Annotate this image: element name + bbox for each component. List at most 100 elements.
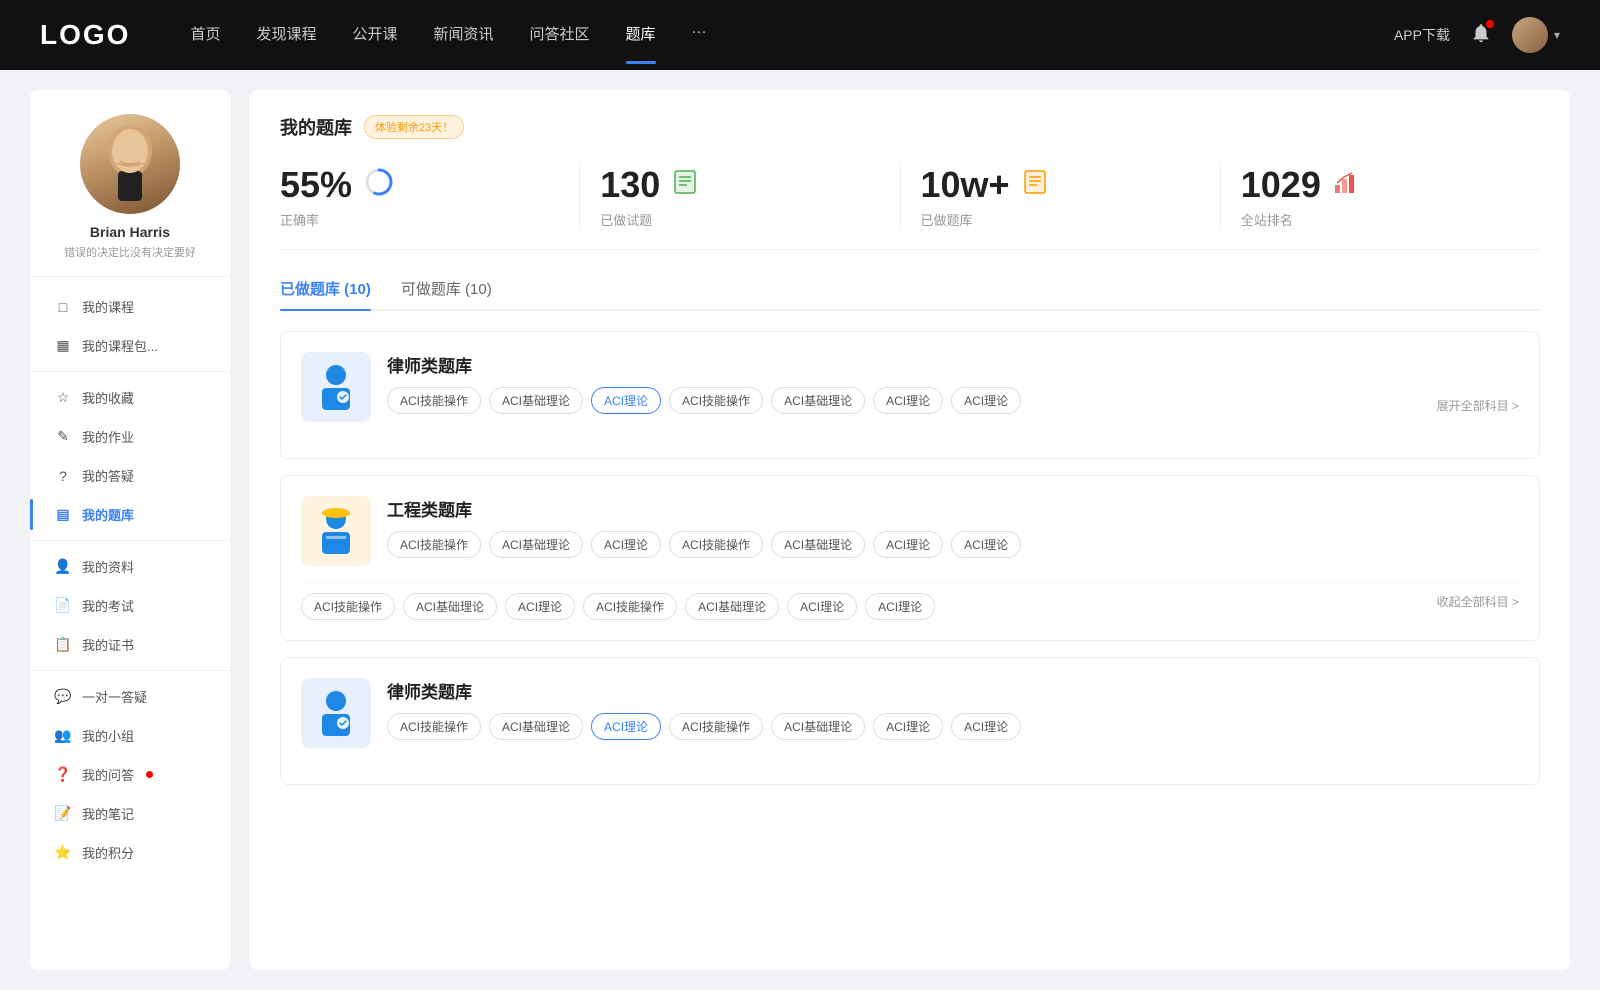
stat-done-label: 已做试题	[600, 210, 879, 229]
tags-row-2a: ACI技能操作 ACI基础理论 ACI理论 ACI技能操作 ACI基础理论 AC…	[387, 531, 1519, 558]
app-download-link[interactable]: APP下载	[1394, 25, 1450, 45]
expand-btn-1[interactable]: 展开全部科目 >	[1437, 397, 1519, 414]
sidebar-item-certificate[interactable]: 📋 我的证书	[30, 625, 230, 664]
sidebar-label-notes: 我的笔记	[82, 804, 134, 823]
sidebar-item-question-bank[interactable]: ▤ 我的题库	[30, 495, 230, 534]
accuracy-chart-icon	[364, 167, 394, 203]
nav-news[interactable]: 新闻资讯	[434, 23, 494, 48]
tag-3-3[interactable]: ACI理论	[591, 713, 661, 740]
nav-open-course[interactable]: 公开课	[352, 23, 397, 48]
tag-3-1[interactable]: ACI技能操作	[387, 713, 481, 740]
nav-more[interactable]: ···	[692, 23, 707, 48]
user-motto: 错误的决定比没有决定要好	[30, 244, 230, 260]
tag-3-6[interactable]: ACI理论	[873, 713, 943, 740]
tag-2-5[interactable]: ACI基础理论	[771, 531, 865, 558]
sidebar-divider-1	[30, 371, 230, 372]
tag-1-4[interactable]: ACI技能操作	[669, 387, 763, 414]
tag-3-7[interactable]: ACI理论	[951, 713, 1021, 740]
tag-3-5[interactable]: ACI基础理论	[771, 713, 865, 740]
notification-bell[interactable]	[1470, 22, 1492, 49]
tag-1-3[interactable]: ACI理论	[591, 387, 661, 414]
sidebar-item-exam[interactable]: 📄 我的考试	[30, 586, 230, 625]
sidebar-label-points: 我的积分	[82, 843, 134, 862]
bank-content-1: 律师类题库 ACI技能操作 ACI基础理论 ACI理论 ACI技能操作 ACI基…	[387, 352, 1519, 414]
tag-1-6[interactable]: ACI理论	[873, 387, 943, 414]
nav-question-bank[interactable]: 题库	[626, 23, 656, 48]
bank-title-3: 律师类题库	[387, 678, 1519, 703]
tag-2-7[interactable]: ACI理论	[951, 531, 1021, 558]
tag-1-5[interactable]: ACI基础理论	[771, 387, 865, 414]
sidebar-label-my-qa: 我的问答	[82, 765, 134, 784]
nav-home[interactable]: 首页	[190, 23, 220, 48]
bank-item-lawyer-1: 律师类题库 ACI技能操作 ACI基础理论 ACI理论 ACI技能操作 ACI基…	[280, 331, 1540, 459]
lawyer-icon-wrap-1	[301, 352, 371, 422]
page-title: 我的题库	[280, 114, 352, 140]
tag-1-7[interactable]: ACI理论	[951, 387, 1021, 414]
lawyer-icon-wrap-2	[301, 678, 371, 748]
tab-available-banks[interactable]: 可做题库 (10)	[401, 278, 492, 309]
sidebar-item-profile[interactable]: 👤 我的资料	[30, 547, 230, 586]
nav-qa[interactable]: 问答社区	[530, 23, 590, 48]
main-content: 我的题库 体验剩余23天！ 55% 正确率 13	[250, 90, 1570, 970]
sidebar-item-question[interactable]: ? 我的答疑	[30, 456, 230, 495]
sidebar-item-my-course[interactable]: □ 我的课程	[30, 287, 230, 326]
sidebar-item-my-qa[interactable]: ❓ 我的问答	[30, 755, 230, 794]
sidebar-item-points[interactable]: ⭐ 我的积分	[30, 833, 230, 872]
tag-2-2[interactable]: ACI基础理论	[489, 531, 583, 558]
tag-2-4[interactable]: ACI技能操作	[669, 531, 763, 558]
sidebar-item-homework[interactable]: ✎ 我的作业	[30, 417, 230, 456]
sidebar-item-notes[interactable]: 📝 我的笔记	[30, 794, 230, 833]
sidebar-label-question: 我的答疑	[82, 466, 134, 485]
stat-accuracy-label: 正确率	[280, 210, 559, 229]
bank-header-1: 律师类题库 ACI技能操作 ACI基础理论 ACI理论 ACI技能操作 ACI基…	[301, 352, 1519, 422]
nav-discover[interactable]: 发现课程	[256, 23, 316, 48]
tag-3-4[interactable]: ACI技能操作	[669, 713, 763, 740]
tag-2-8[interactable]: ACI技能操作	[301, 593, 395, 620]
page-body: Brian Harris 错误的决定比没有决定要好 □ 我的课程 ▦ 我的课程包…	[0, 70, 1600, 990]
tag-2-13[interactable]: ACI理论	[787, 593, 857, 620]
sidebar-item-course-package[interactable]: ▦ 我的课程包...	[30, 326, 230, 365]
stat-banks-value: 10w+	[921, 164, 1010, 206]
stat-accuracy: 55% 正确率	[280, 164, 580, 229]
bank-content-3: 律师类题库 ACI技能操作 ACI基础理论 ACI理论 ACI技能操作 ACI基…	[387, 678, 1519, 740]
sidebar-item-1on1[interactable]: 💬 一对一答疑	[30, 677, 230, 716]
rank-chart-icon	[1333, 169, 1359, 201]
sidebar-label-certificate: 我的证书	[82, 635, 134, 654]
tag-2-3[interactable]: ACI理论	[591, 531, 661, 558]
tag-3-2[interactable]: ACI基础理论	[489, 713, 583, 740]
sidebar-divider-3	[30, 670, 230, 671]
course-package-icon: ▦	[54, 337, 72, 354]
bank-item-lawyer-2: 律师类题库 ACI技能操作 ACI基础理论 ACI理论 ACI技能操作 ACI基…	[280, 657, 1540, 785]
sidebar-label-profile: 我的资料	[82, 557, 134, 576]
tag-1-2[interactable]: ACI基础理论	[489, 387, 583, 414]
stat-accuracy-value: 55%	[280, 164, 352, 206]
tag-2-14[interactable]: ACI理论	[865, 593, 935, 620]
bank-footer-row-2: ACI技能操作 ACI基础理论 ACI理论 ACI技能操作 ACI基础理论 AC…	[301, 582, 1519, 620]
homework-icon: ✎	[54, 428, 72, 445]
user-avatar-menu[interactable]: ▾	[1512, 17, 1560, 53]
stat-done-top: 130	[600, 164, 879, 206]
stat-done-questions: 130 已做试题	[580, 164, 900, 229]
sidebar-item-group[interactable]: 👥 我的小组	[30, 716, 230, 755]
sidebar-label-my-course: 我的课程	[82, 297, 134, 316]
certificate-icon: 📋	[54, 636, 72, 653]
star-icon: ☆	[54, 389, 72, 406]
tag-2-12[interactable]: ACI基础理论	[685, 593, 779, 620]
tag-2-1[interactable]: ACI技能操作	[387, 531, 481, 558]
tag-2-6[interactable]: ACI理论	[873, 531, 943, 558]
collapse-btn-2[interactable]: 收起全部科目 >	[1437, 593, 1519, 620]
tab-done-banks[interactable]: 已做题库 (10)	[280, 278, 371, 309]
bank-icon: ▤	[54, 506, 72, 523]
group-icon: 👥	[54, 727, 72, 744]
stat-rank: 1029 全站排名	[1221, 164, 1540, 229]
sidebar-item-favorites[interactable]: ☆ 我的收藏	[30, 378, 230, 417]
tag-2-11[interactable]: ACI技能操作	[583, 593, 677, 620]
bank-header-2: 工程类题库 ACI技能操作 ACI基础理论 ACI理论 ACI技能操作 ACI基…	[301, 496, 1519, 566]
tag-2-9[interactable]: ACI基础理论	[403, 593, 497, 620]
tag-1-1[interactable]: ACI技能操作	[387, 387, 481, 414]
notification-dot	[1486, 20, 1494, 28]
logo[interactable]: LOGO	[40, 19, 130, 51]
chevron-down-icon: ▾	[1554, 28, 1560, 42]
tag-2-10[interactable]: ACI理论	[505, 593, 575, 620]
sidebar-label-homework: 我的作业	[82, 427, 134, 446]
